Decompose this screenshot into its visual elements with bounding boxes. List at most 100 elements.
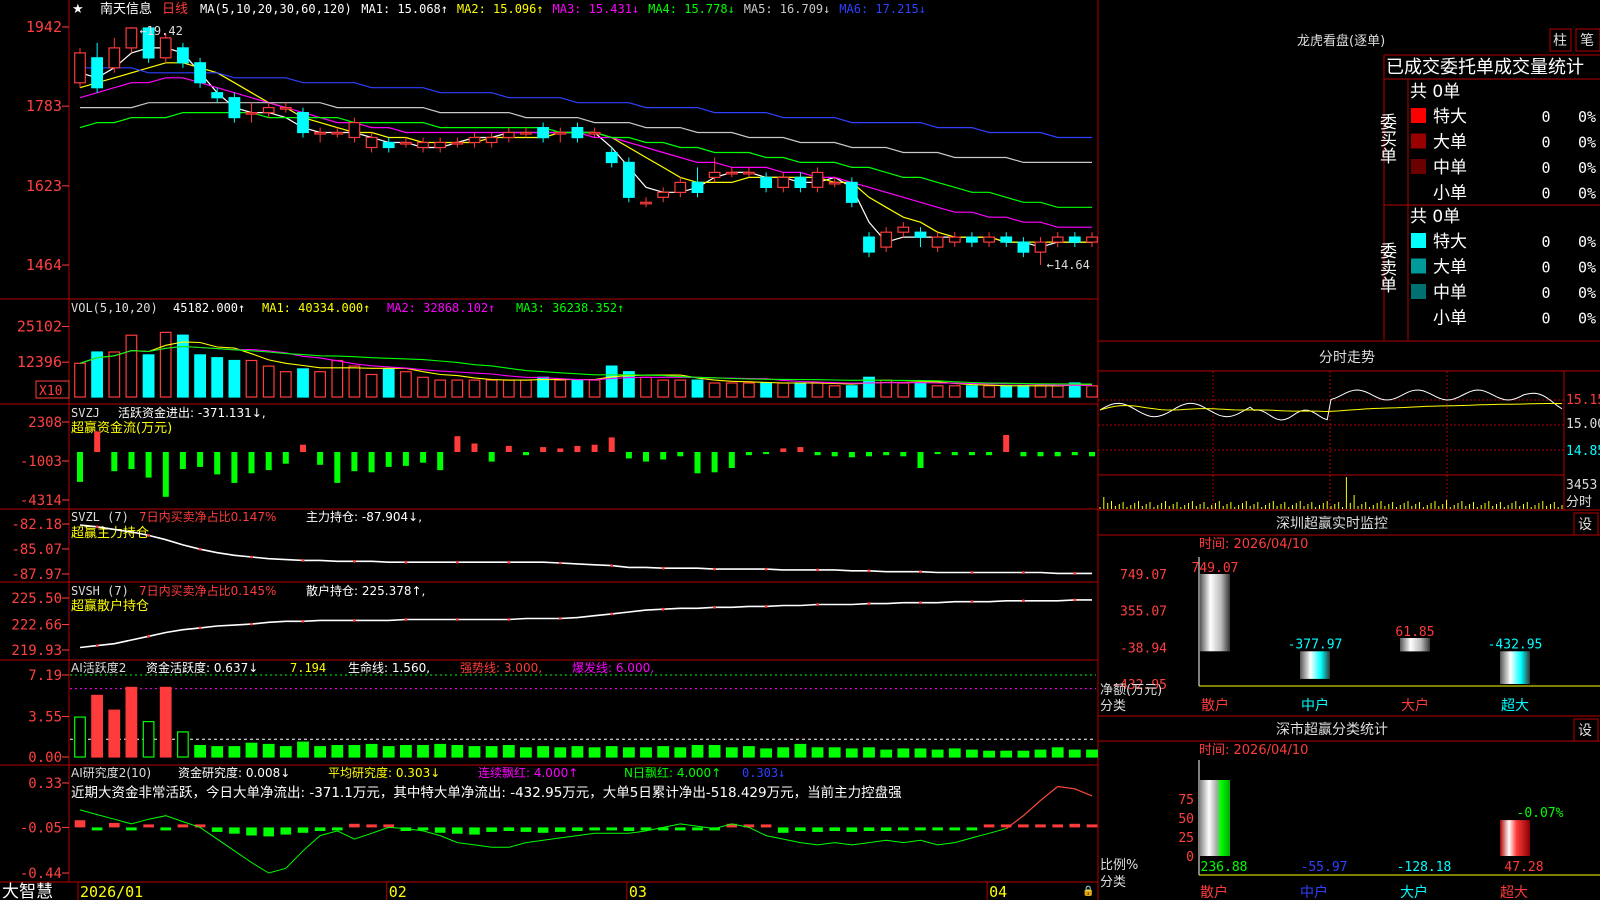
bi-button-label[interactable]: 笔 [1580,33,1594,49]
candlesticks[interactable] [74,26,1098,266]
ai-active-panel[interactable]: AI活跃度2 资金活跃度: 0.637↓ 7.194 生命线: 1.560, 强… [28,660,1098,766]
svzj-bar-41 [780,448,787,452]
ai-research-panel[interactable]: AI研究度2(10) 资金研究度: 0.008↓ 平均研究度: 0.303↓ 连… [20,765,1098,882]
svzl-label: SVZL (7) [71,510,129,524]
intraday-panel[interactable]: 分时走势 15.15 15.00 14.85 3453 分时 [1098,350,1600,510]
star-icon[interactable]: ★ [72,2,84,17]
buy_rows-val-1: 0 [1541,134,1550,152]
ai-research-bar-3 [126,827,137,831]
buy_rows-name-0: 特大 [1433,107,1467,127]
svsh-dot-46 [867,602,871,605]
buy_rows-name-2: 中单 [1433,158,1467,178]
ai-active-bar-37 [708,744,721,758]
svzj-panel[interactable]: SVZJ 活跃资金进出: -371.131↓, 超赢资金流(万元) 2308 -1… [20,405,1095,509]
monitor-panel[interactable]: 深圳超赢实时监控 设 时间: 2026/04/10 749.07 355.07 -3… [1098,509,1600,714]
svzl-dot-43 [816,568,819,572]
vol-bar-29 [571,379,584,398]
buy_rows-val-3: 0 [1541,185,1550,203]
svzj-bar-15 [334,452,341,483]
ai-research-bar-53 [983,824,995,828]
period-label[interactable]: 日线 [162,2,188,17]
ai-active-bar-11 [262,743,275,758]
ai-active-bar-36 [691,744,704,758]
svzj-bar-5 [162,452,169,497]
svzj-bar-38 [728,452,735,468]
svzl-dot-37 [713,567,716,571]
svsh-line-path [79,599,1092,649]
ai-active-bar-23 [468,746,481,758]
sell_rows-swatch-1 [1411,258,1426,274]
sell_rows-pct-3: 0% [1578,310,1596,328]
brand-logo[interactable]: 大智慧 [2,882,53,900]
svsh-panel[interactable]: SVSH (7) 7日内买卖净占比0.145% 散户持仓: 225.378↑, … [11,583,1092,659]
dragon-panel[interactable]: 龙虎看盘(逐单) 柱 笔 已成交委托单成交量统计 委买单 委卖单 共 0单 共 … [1098,28,1600,342]
svzj-bar-26 [523,452,529,456]
ai-active-bar-19 [400,744,412,758]
candle-body-1 [91,57,104,89]
ai-research-bar-10 [246,827,257,836]
price-panel[interactable]: ★ 南天信息 日线 MA(5,10,20,30,60,120) MA1: 15.0… [26,1,1098,274]
svsh-dot-37 [713,605,716,609]
intraday-y-1: 15.15 [1566,393,1600,408]
svzl-ratio: 7日内买卖净占比0.147% [139,509,276,524]
ai-research-bar-40 [760,824,772,828]
svzl-panel[interactable]: SVZL (7) 7日内买卖净占比0.147% 主力持仓: -87.904↓, … [11,509,1092,583]
lock-icon[interactable]: 🔒 [1082,885,1094,897]
ai-active-bar-53 [983,750,995,758]
volume-panel[interactable]: VOL(5,10,20) 45182.000↑ MA1: 40334.000↑ … [17,301,1098,399]
ma-line-ma1 [79,47,1092,248]
terminal-canvas[interactable]: ★ 南天信息 日线 MA(5,10,20,30,60,120) MA1: 15.0… [0,0,1600,900]
ai-active-fund: 资金活跃度: 0.637↓ [146,660,258,675]
svzj-bar-43 [814,452,821,456]
ai-active-bar-54 [1000,750,1013,758]
ma-label-6: MA6: 17.215↓ [839,2,926,16]
candle-body-25 [502,131,515,139]
sell-side-text: 委卖单 [1376,242,1397,293]
svzj-bar-25 [505,445,512,452]
vol-value: 45182.000↑ [173,301,245,315]
ai-research-bar-2 [109,822,120,828]
monitor-tick-0: 749.07 [1120,568,1167,583]
ai-active-bar-20 [417,744,429,758]
monitor-bar-name-2: 大户 [1401,697,1429,714]
svzj-tick-0: 2308 [28,415,62,431]
intraday-avg-line [1099,403,1563,413]
sell_rows-pct-1: 0% [1578,259,1596,277]
ai-research-bar-27 [537,827,549,833]
volume-bars [74,331,1098,398]
vol-bar-15 [331,359,344,398]
ai-active-bar-21 [434,743,447,758]
ai-research-bar-24 [486,827,497,832]
monitor-settings-label[interactable]: 设 [1578,517,1592,533]
vol-tick-1: 12396 [17,353,62,371]
svsh-dot-40 [764,605,768,608]
svzl-dot-55 [1022,571,1025,574]
ai-active-bar-38 [725,747,738,758]
candle-body-15 [331,131,344,135]
ai-active-bars [70,674,1098,758]
candle-body-22 [451,141,464,145]
zhu-button-label[interactable]: 柱 [1553,33,1567,49]
vol-bar-4 [142,354,155,398]
svzl-line [79,524,1092,575]
svzj-bar-27 [540,447,547,452]
svzj-desc: 活跃资金进出: -371.131↓, [118,405,266,420]
sell_rows-name-1: 大单 [1433,258,1467,278]
candle-body-41 [777,176,790,188]
monitor-tick-1: 355.07 [1120,605,1167,620]
ai-active-bar-57 [1051,747,1064,758]
ai-research-bar-52 [966,827,978,831]
svzj-bar-52 [968,452,975,456]
vol-bar-17 [365,373,378,398]
svzj-bar-54 [1003,435,1010,452]
intraday-vol-max: 3453 [1566,478,1597,493]
candle-body-59 [1086,236,1098,243]
sell_rows-name-2: 中单 [1433,283,1467,303]
svzj-bar-4 [145,452,152,478]
monitor-tick-2: -38.94 [1120,641,1167,656]
vol-bar-16 [348,365,361,398]
class-panel[interactable]: 深市超赢分类统计 设 时间: 2026/04/10 75 50 25 0 比例% 分类… [1098,715,1600,900]
svzl-dot-10 [250,555,253,559]
buy_rows-val-2: 0 [1541,159,1550,177]
class-settings-label[interactable]: 设 [1578,723,1592,739]
